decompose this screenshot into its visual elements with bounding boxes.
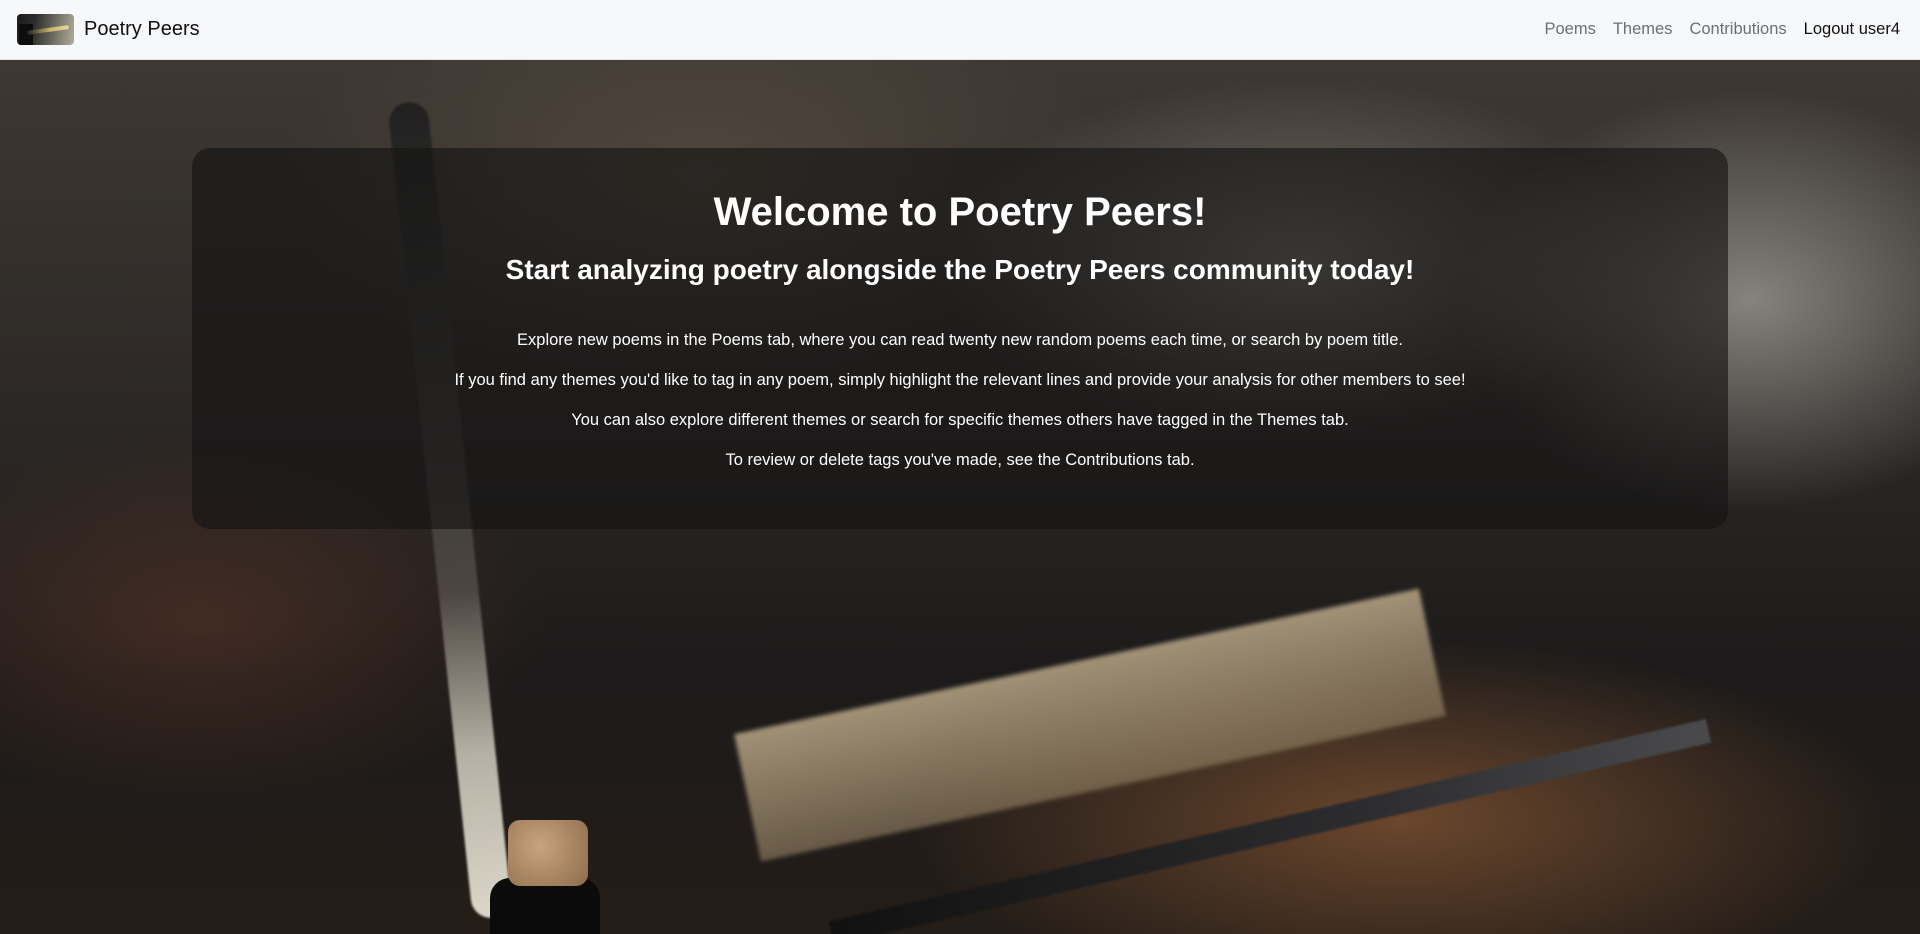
- nav-links: Poems Themes Contributions Logout user4: [1527, 0, 1900, 59]
- cork-decoration: [508, 820, 588, 886]
- logout-link[interactable]: Logout user4: [1804, 20, 1900, 39]
- quill-and-inkwell-icon: [17, 14, 74, 45]
- welcome-subtitle: Start analyzing poetry alongside the Poe…: [505, 254, 1415, 285]
- brand-link[interactable]: Poetry Peers: [17, 14, 200, 45]
- intro-paragraph-themes: You can also explore different themes or…: [571, 411, 1349, 429]
- welcome-title: Welcome to Poetry Peers!: [713, 190, 1207, 234]
- nav-link-themes[interactable]: Themes: [1613, 20, 1673, 39]
- brand-name: Poetry Peers: [84, 18, 200, 40]
- welcome-panel: Welcome to Poetry Peers! Start analyzing…: [192, 148, 1728, 529]
- intro-paragraph-poems: Explore new poems in the Poems tab, wher…: [517, 331, 1403, 349]
- nav-link-contributions[interactable]: Contributions: [1689, 20, 1786, 39]
- intro-paragraph-tagging: If you find any themes you'd like to tag…: [454, 371, 1466, 389]
- inkwell-decoration: [490, 878, 600, 934]
- top-navbar: Poetry Peers Poems Themes Contributions …: [0, 0, 1920, 60]
- nav-link-poems[interactable]: Poems: [1544, 20, 1595, 39]
- intro-paragraph-contributions: To review or delete tags you've made, se…: [725, 451, 1195, 469]
